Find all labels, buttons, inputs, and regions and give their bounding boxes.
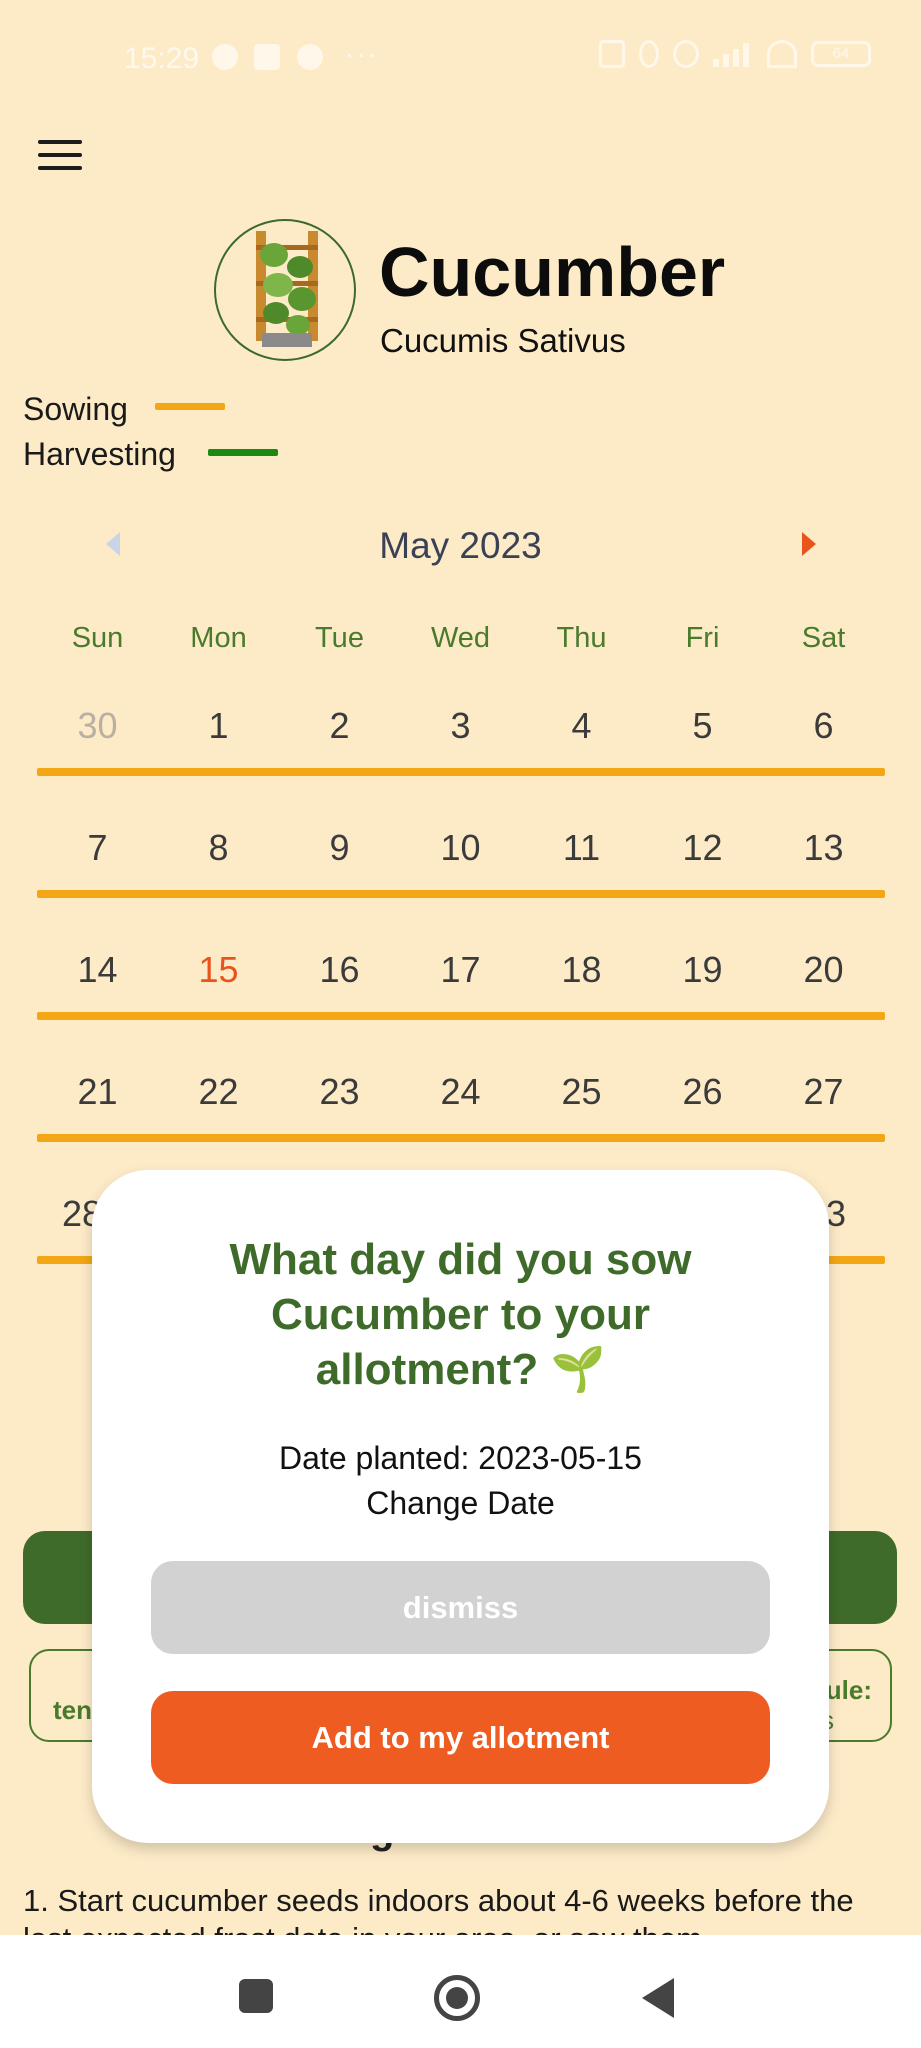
next-month-icon[interactable] (802, 532, 816, 556)
slack-icon (254, 44, 280, 70)
weekday-label: Sun (71, 622, 124, 654)
sow-date-dialog: What day did you sow Cucumber to your al… (92, 1170, 829, 1843)
app-a-icon (297, 44, 323, 70)
info-card-left-text: ten (53, 1695, 92, 1725)
sowing-period-bar (37, 1134, 885, 1142)
legend-harvesting-swatch (208, 449, 278, 456)
weekday-label: Sat (801, 622, 846, 654)
menu-icon[interactable] (38, 140, 82, 172)
calendar-day[interactable]: 19 (642, 949, 763, 991)
calendar-day[interactable]: 5 (642, 705, 763, 747)
calendar-month-label: May 2023 (379, 525, 542, 566)
nfc-icon (599, 40, 625, 68)
add-to-allotment-button[interactable]: Add to my allotment (151, 1691, 770, 1784)
battery-icon: 64 (811, 41, 871, 67)
recent-apps-icon[interactable] (239, 1979, 273, 2013)
date-planted-text: Date planted: 2023-05-15 (279, 1440, 642, 1476)
calendar-day[interactable]: 10 (400, 827, 521, 869)
sowing-period-bar (37, 768, 885, 776)
calendar-day[interactable]: 14 (37, 949, 158, 991)
system-nav-bar (0, 1935, 921, 2048)
calendar-day[interactable]: 25 (521, 1071, 642, 1113)
wifi-icon (767, 40, 797, 68)
status-time: 15:29 (124, 42, 200, 75)
calendar-day-today[interactable]: 15 (158, 949, 279, 991)
calendar-day[interactable]: 7 (37, 827, 158, 869)
back-icon[interactable] (642, 1978, 674, 2018)
calendar-day[interactable]: 3 (400, 705, 521, 747)
calendar-day[interactable]: 20 (763, 949, 884, 991)
sowing-period-bar (37, 890, 885, 898)
dialog-question: What day did you sow Cucumber to your al… (229, 1235, 692, 1394)
weekday-label: Thu (556, 622, 607, 654)
legend-harvesting-label: Harvesting (23, 436, 176, 472)
bluetooth-icon (639, 40, 659, 68)
calendar-day[interactable]: 30 (37, 705, 158, 747)
status-bar: 15:29 ··· 64 (0, 0, 921, 120)
legend-sowing-label: Sowing (23, 391, 128, 427)
sowing-period-bar (37, 1012, 885, 1020)
more-notifications-icon: ··· (345, 38, 379, 69)
change-date-link[interactable]: Change Date (92, 1485, 829, 1522)
calendar-day[interactable]: 2 (279, 705, 400, 747)
calendar-day[interactable]: 3 (826, 1193, 866, 1235)
calendar-day[interactable]: 12 (642, 827, 763, 869)
mute-icon (673, 40, 699, 68)
calendar-day[interactable]: 16 (279, 949, 400, 991)
dismiss-button[interactable]: dismiss (151, 1561, 770, 1654)
calendar-day[interactable]: 24 (400, 1071, 521, 1113)
calendar-day[interactable]: 22 (158, 1071, 279, 1113)
calendar-day[interactable]: 8 (158, 827, 279, 869)
calendar-day[interactable]: 4 (521, 705, 642, 747)
calendar-day[interactable]: 13 (763, 827, 884, 869)
calendar-day[interactable]: 9 (279, 827, 400, 869)
calendar-day[interactable]: 27 (763, 1071, 884, 1113)
calendar-day[interactable]: 26 (642, 1071, 763, 1113)
calendar-day[interactable]: 6 (763, 705, 884, 747)
calendar-day[interactable]: 17 (400, 949, 521, 991)
calendar-day[interactable]: 28 (22, 1193, 102, 1235)
weekday-label: Mon (190, 622, 247, 654)
plant-scientific-name: Cucumis Sativus (380, 322, 626, 359)
cucumber-plant-icon (214, 219, 356, 361)
legend-sowing-swatch (155, 403, 225, 410)
calendar-day[interactable]: 23 (279, 1071, 400, 1113)
calendar-day[interactable]: 18 (521, 949, 642, 991)
home-icon[interactable] (434, 1975, 480, 2021)
calendar-day[interactable]: 11 (521, 827, 642, 869)
calendar-day[interactable]: 21 (37, 1071, 158, 1113)
calendar-day[interactable]: 1 (158, 705, 279, 747)
weekday-label: Tue (315, 622, 364, 654)
weekday-label: Wed (430, 622, 491, 654)
messenger-icon (212, 44, 238, 70)
plant-title: Cucumber (379, 233, 726, 311)
signal-icon (713, 41, 753, 67)
info-card-right-text: ule: (825, 1675, 872, 1705)
weekday-label: Fri (685, 622, 720, 654)
